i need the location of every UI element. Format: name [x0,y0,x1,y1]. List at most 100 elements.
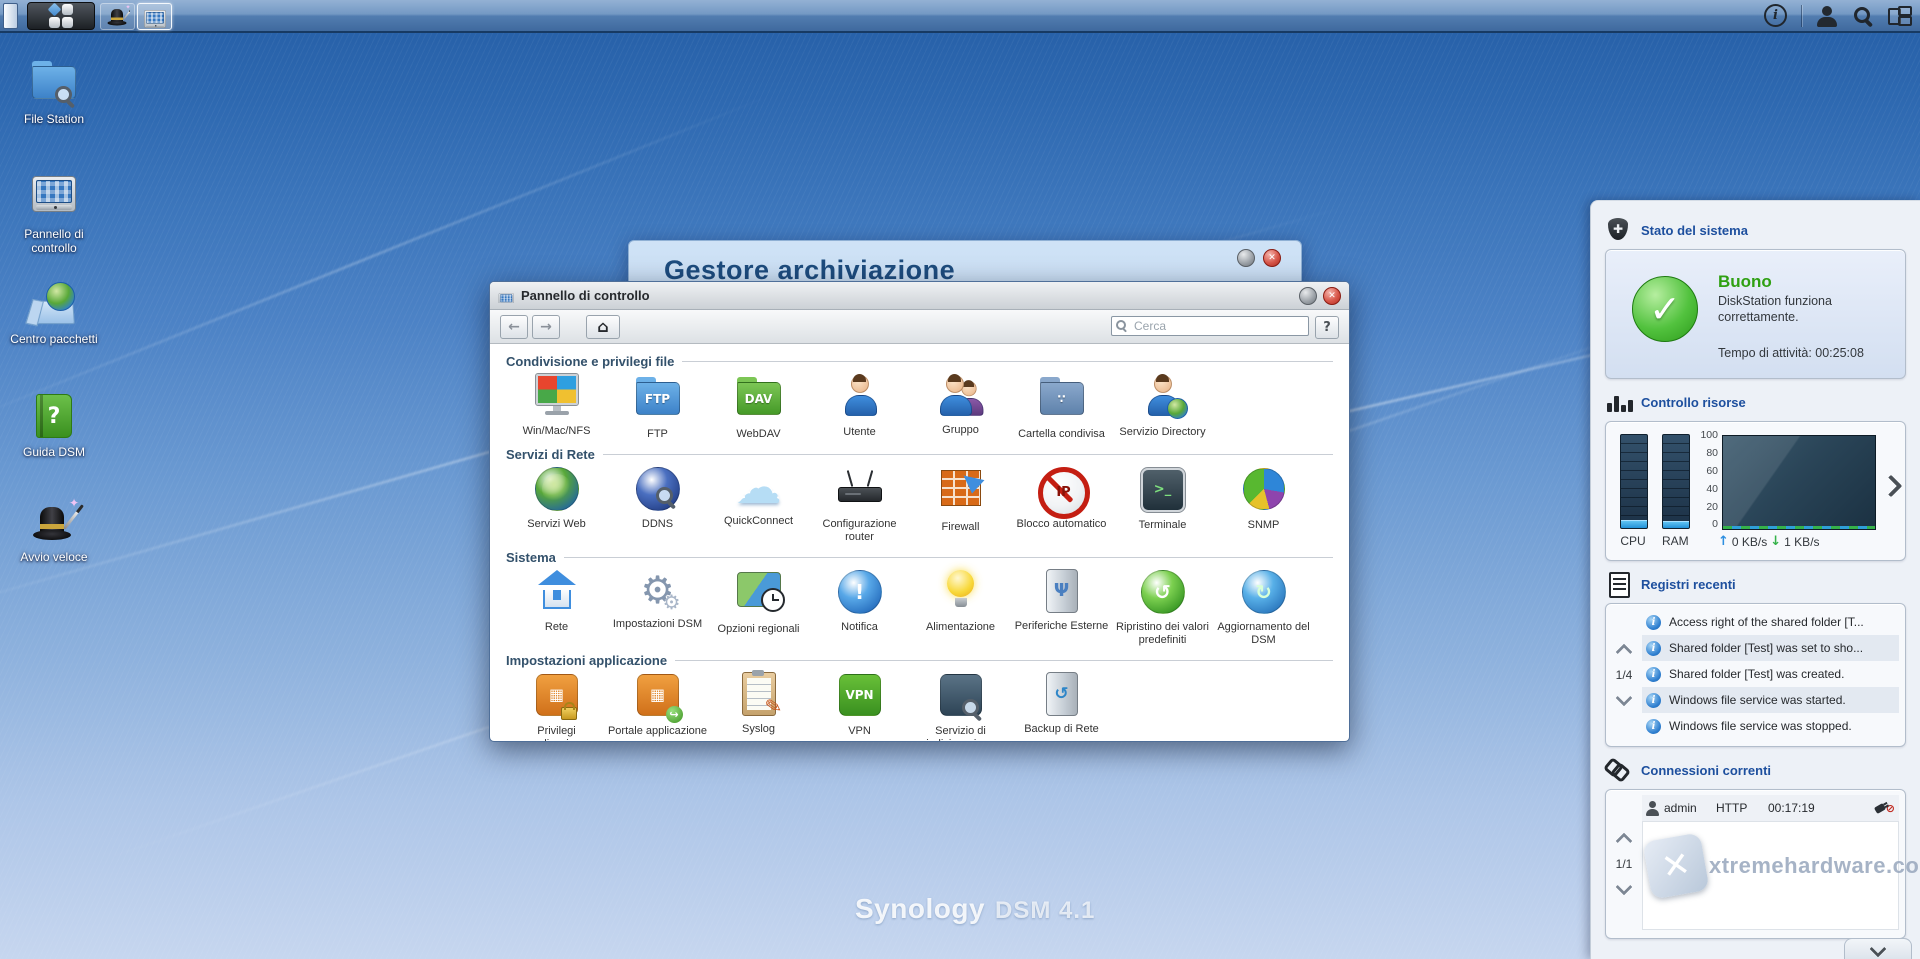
app-dsm-settings[interactable]: ⚙⚙Impostazioni DSM [607,567,708,647]
app-router-config[interactable]: Configurazione router [809,464,910,544]
page-down-icon[interactable] [1616,879,1633,896]
dsm-settings-icon: ⚙⚙ [634,567,682,615]
quick-launch-button[interactable]: ✦ [100,3,135,30]
app-auto-block[interactable]: IP Blocco automatico [1011,464,1112,544]
minimize-button[interactable] [1299,287,1317,305]
app-terminal[interactable]: >_Terminale [1112,464,1213,544]
page-down-icon[interactable] [1616,690,1633,707]
app-label: Privilegi applicazione [506,725,607,742]
app-label: Utente [809,426,910,439]
back-button[interactable]: ← [500,315,528,339]
desktop-icon-file-station[interactable]: File Station [6,55,102,127]
app-quickconnect[interactable]: ☁QuickConnect [708,464,809,544]
desktop-icon-package-center[interactable]: Centro pacchetti [6,281,102,347]
help-button[interactable]: ? [1315,316,1339,339]
log-row[interactable]: iAccess right of the shared folder [T... [1642,609,1899,635]
resource-detail-arrow[interactable] [1880,475,1903,498]
log-row[interactable]: iShared folder [Test] was created. [1642,661,1899,687]
log-text: Shared folder [Test] was created. [1669,667,1844,681]
control-panel-icon [498,288,515,303]
app-syslog[interactable]: ✎Syslog [708,670,809,742]
widget-panel-collapse-button[interactable] [1844,938,1912,959]
log-row[interactable]: iShared folder [Test] was set to sho... [1642,635,1899,661]
app-app-privileges[interactable]: ▦Privilegi applicazione [506,670,607,742]
app-notification[interactable]: !Notifica [809,567,910,647]
app-directory-service[interactable]: Servizio Directory [1112,371,1213,441]
app-label: DDNS [607,518,708,531]
info-icon[interactable]: i [1764,4,1787,27]
page-indicator: 1/1 [1616,857,1633,871]
app-dsm-update[interactable]: ↻Aggiornamento del DSM [1213,567,1314,647]
app-external-devices[interactable]: ΨPeriferiche Esterne [1011,567,1112,647]
app-app-portal[interactable]: ▦↪Portale applicazione [607,670,708,742]
app-label: Portale applicazione [607,725,708,738]
control-panel-titlebar[interactable]: Pannello di controllo ✕ [490,282,1349,310]
app-label: Syslog [708,723,809,736]
quick-start-icon: ✦ [106,5,130,28]
widget-title: Stato del sistema [1641,223,1748,238]
desktop-icon-quick-start[interactable]: ✦Avvio veloce [6,499,102,565]
app-group[interactable]: Gruppo [910,371,1011,441]
desktop-icon-control-panel[interactable]: Pannello di controllo [6,171,102,256]
search-input[interactable] [1132,318,1304,334]
log-text: Windows file service was started. [1669,693,1846,707]
app-firewall[interactable]: Firewall [910,464,1011,544]
section: Servizi di Rete Servizi WebDDNS☁QuickConn… [506,447,1333,544]
quickconnect-icon: ☁ [735,464,783,512]
home-button[interactable]: ⌂ [586,315,620,339]
taskbar-separator [1801,5,1802,27]
app-web-services[interactable]: Servizi Web [506,464,607,544]
app-winmacnfs[interactable]: Win/Mac/NFS [506,371,607,441]
app-label: Blocco automatico [1011,518,1112,531]
close-button[interactable]: ✕ [1323,287,1341,305]
app-network-backup[interactable]: ↺Backup di Rete [1011,670,1112,742]
log-row[interactable]: iWindows file service was started. [1642,687,1899,713]
app-label: FTP [607,428,708,441]
control-panel-icon [143,5,167,28]
pilot-view-icon[interactable] [1888,6,1912,26]
app-ddns[interactable]: DDNS [607,464,708,544]
connection-row[interactable]: admin HTTP 00:17:19 ⊘ [1642,795,1899,821]
connection-list: admin HTTP 00:17:19 ⊘ [1642,795,1899,821]
app-media-indexing[interactable]: Servizio di indicizzazione multimediale [910,670,1011,742]
desktop-icon-label: File Station [6,113,102,127]
log-list: iAccess right of the shared folder [T...… [1642,609,1899,739]
page-up-icon[interactable] [1616,833,1633,850]
section-title: Condivisione e privilegi file [506,354,674,369]
disconnect-icon[interactable]: ⊘ [1875,802,1895,815]
app-snmp[interactable]: SNMP [1213,464,1314,544]
ftp-icon: FTP [634,377,682,425]
minimize-button[interactable] [1237,249,1255,267]
app-shared-folder[interactable]: ∵Cartella condivisa [1011,371,1112,441]
user-icon[interactable] [1816,5,1838,27]
log-row[interactable]: iWindows file service was stopped. [1642,713,1899,739]
auto-block-icon: IP [1038,467,1086,515]
app-label: Configurazione router [809,518,910,544]
page-up-icon[interactable] [1616,644,1633,661]
close-button[interactable]: ✕ [1263,249,1281,267]
network-graph [1722,435,1876,530]
app-restore-defaults[interactable]: ↺Ripristino dei valori predefiniti [1112,567,1213,647]
recent-logs-header: Registri recenti [1605,571,1906,597]
forward-button[interactable]: → [532,315,560,339]
app-webdav[interactable]: DAVWebDAV [708,371,809,441]
app-vpn[interactable]: VPNVPN [809,670,910,742]
ram-gauge [1662,434,1690,529]
section-title: Servizi di Rete [506,447,595,462]
control-panel-icon [498,293,514,303]
show-desktop-button[interactable] [3,3,18,29]
app-network[interactable]: Rete [506,567,607,647]
app-user[interactable]: Utente [809,371,910,441]
app-label: VPN [809,725,910,738]
app-power[interactable]: Alimentazione [910,567,1011,647]
main-menu-button[interactable] [27,2,95,30]
search-icon[interactable] [1852,5,1874,27]
desktop-icon-dsm-help[interactable]: ?Guida DSM [6,391,102,460]
app-regional-options[interactable]: Opzioni regionali [708,567,809,647]
desktop-icon-area: File Station Pannello di controllo Centro … [6,31,102,631]
webdav-icon: DAV [735,377,783,425]
app-ftp[interactable]: FTP FTP [607,371,708,441]
section-divider [564,557,1333,558]
ram-label: RAM [1662,534,1688,548]
control-panel-task-button[interactable] [137,3,172,30]
